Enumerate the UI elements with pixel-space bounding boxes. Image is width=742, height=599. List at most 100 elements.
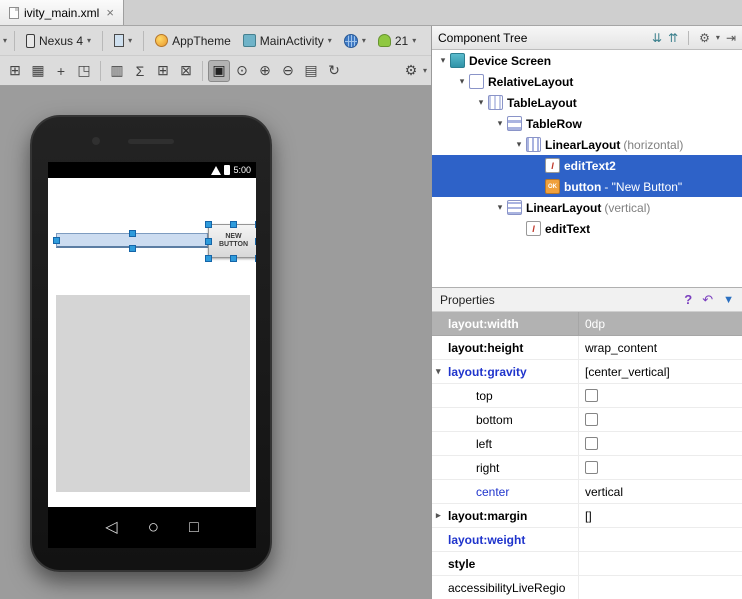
nav-home-icon[interactable]: ○	[148, 518, 159, 537]
property-row-layout-gravity[interactable]: ▾ layout:gravity [center_vertical]	[432, 360, 742, 384]
nav-recents-icon[interactable]: □	[189, 519, 199, 536]
property-row-layout-height[interactable]: layout:height wrap_content	[432, 336, 742, 360]
device-screen-preview[interactable]: 5:00 NEW BUTTON	[48, 162, 256, 507]
filter-properties-icon[interactable]: ▼	[723, 294, 734, 306]
structure-mode-icon[interactable]: ▥	[106, 60, 128, 82]
orientation-selector[interactable]: ▾	[109, 31, 137, 50]
panel-settings-gear-icon[interactable]: ⚙	[699, 32, 710, 44]
layout-preview-area[interactable]: NEW BUTTON	[48, 178, 256, 507]
selection-handle[interactable]	[255, 238, 256, 245]
property-value[interactable]: 0dp	[579, 312, 742, 335]
tree-expand-arrow-icon[interactable]: ▾	[493, 202, 507, 213]
selection-handle[interactable]	[230, 221, 237, 228]
tree-expand-arrow-icon[interactable]: ▾	[436, 55, 450, 66]
property-row-layout-margin[interactable]: ▸ layout:margin[]	[432, 504, 742, 528]
property-row-center[interactable]: center vertical	[432, 480, 742, 504]
tree-node-device-screen[interactable]: ▾ Device Screen	[432, 50, 742, 71]
grid-options-icon[interactable]: ▦	[27, 60, 49, 82]
tab-activity-main-xml[interactable]: ivity_main.xml ×	[0, 0, 124, 25]
property-row-bottom[interactable]: bottom	[432, 408, 742, 432]
property-row-style[interactable]: style	[432, 552, 742, 576]
property-row-right[interactable]: right	[432, 456, 742, 480]
selection-handle[interactable]	[255, 221, 256, 228]
selection-handle[interactable]	[230, 255, 237, 262]
show-grid-icon[interactable]: ⊞	[4, 60, 26, 82]
property-row-top[interactable]: top	[432, 384, 742, 408]
snap-to-grid-icon[interactable]: +	[50, 60, 72, 82]
top-checkbox[interactable]	[585, 389, 598, 402]
zoom-fit-icon[interactable]: ⊙	[231, 60, 253, 82]
zoom-in-icon[interactable]: ⊕	[254, 60, 276, 82]
properties-table: layout:width 0dp layout:height wrap_content…	[432, 312, 742, 599]
export-image-icon[interactable]: ▤	[300, 60, 322, 82]
refresh-icon[interactable]: ↻	[323, 60, 345, 82]
activity-selector[interactable]: MainActivity ▾	[238, 31, 337, 51]
relativelayout-icon	[469, 74, 484, 89]
tree-expand-arrow-icon[interactable]: ▾	[512, 139, 526, 150]
tree-node-edittext2[interactable]: IeditText2	[432, 155, 742, 176]
selection-handle[interactable]	[205, 221, 212, 228]
selection-handle[interactable]	[205, 255, 212, 262]
device-selector[interactable]: Nexus 4 ▾	[21, 31, 96, 51]
table-borders-icon[interactable]: ⊠	[175, 60, 197, 82]
new-button-widget[interactable]: NEW BUTTON	[208, 224, 256, 258]
property-expand-arrow-icon[interactable]: ▾	[436, 366, 441, 377]
left-checkbox[interactable]	[585, 437, 598, 450]
linearlayout-h-icon	[526, 137, 541, 152]
battery-icon	[224, 165, 231, 175]
expand-all-icon[interactable]: ⇊	[652, 32, 662, 44]
selection-handle[interactable]	[53, 237, 60, 244]
tree-node-linearlayout[interactable]: ▾ LinearLayout (horizontal)	[432, 134, 742, 155]
bottom-checkbox[interactable]	[585, 413, 598, 426]
tree-node-relativelayout[interactable]: ▾ RelativeLayout	[432, 71, 742, 92]
settings-gear-icon[interactable]: ⚙	[400, 60, 422, 82]
selection-handle[interactable]	[255, 255, 256, 262]
zoom-out-icon[interactable]: ⊖	[277, 60, 299, 82]
component-tree-header: Component Tree ⇊ ⇈ ⚙ ▾ ⇥	[432, 26, 742, 50]
property-value[interactable]	[579, 384, 742, 407]
tree-node-linearlayout[interactable]: ▾ LinearLayout (vertical)	[432, 197, 742, 218]
theme-selector[interactable]: AppTheme	[150, 31, 236, 51]
tree-node-tablerow[interactable]: ▾ TableRow	[432, 113, 742, 134]
property-value[interactable]	[579, 456, 742, 479]
collapse-all-icon[interactable]: ⇈	[668, 32, 678, 44]
property-row-layout-width[interactable]: layout:width 0dp	[432, 312, 742, 336]
nav-back-icon[interactable]: ◁	[105, 519, 117, 536]
tree-expand-arrow-icon[interactable]: ▾	[455, 76, 469, 87]
help-icon[interactable]: ?	[684, 292, 692, 307]
tree-node-button[interactable]: OK button - "New Button"	[432, 176, 742, 197]
table-columns-icon[interactable]: ⊞	[152, 60, 174, 82]
right-checkbox[interactable]	[585, 461, 598, 474]
property-row-layout-weight[interactable]: layout:weight	[432, 528, 742, 552]
property-value[interactable]	[579, 552, 742, 575]
property-expand-arrow-icon[interactable]: ▸	[436, 510, 441, 521]
selection-handle[interactable]	[129, 245, 136, 252]
selection-handle[interactable]	[129, 230, 136, 237]
property-value[interactable]: []	[579, 504, 742, 527]
reset-property-icon[interactable]: ↶	[702, 292, 713, 308]
property-row-left[interactable]: left	[432, 432, 742, 456]
tree-node-tablelayout[interactable]: ▾ TableLayout	[432, 92, 742, 113]
selection-handle[interactable]	[205, 238, 212, 245]
locale-selector[interactable]: ▾	[339, 31, 371, 51]
tree-expand-arrow-icon[interactable]: ▾	[474, 97, 488, 108]
sum-columns-icon[interactable]: Σ	[129, 60, 151, 82]
pan-tool-icon[interactable]: ▣	[208, 59, 230, 82]
property-value[interactable]	[579, 576, 742, 599]
api-level-selector[interactable]: 21 ▾	[373, 31, 421, 51]
expand-to-fit-icon[interactable]: ◳	[73, 60, 95, 82]
property-value[interactable]	[579, 408, 742, 431]
edittext-widget-vertical[interactable]	[56, 295, 250, 492]
property-value[interactable]: wrap_content	[579, 336, 742, 359]
tree-expand-arrow-icon[interactable]: ▾	[493, 118, 507, 129]
property-value[interactable]: vertical	[579, 480, 742, 503]
design-canvas[interactable]: 5:00 NEW BUTTON ◁ ○ □	[0, 86, 431, 599]
hide-panel-icon[interactable]: ⇥	[726, 32, 736, 44]
tree-node-edittext[interactable]: IeditText	[432, 218, 742, 239]
property-value[interactable]	[579, 528, 742, 551]
tab-close-icon[interactable]: ×	[106, 6, 114, 19]
property-value[interactable]	[579, 432, 742, 455]
property-row-accessibilityliveregio[interactable]: accessibilityLiveRegio	[432, 576, 742, 599]
property-value[interactable]: [center_vertical]	[579, 360, 742, 383]
config-partial-button[interactable]: ▾	[2, 33, 8, 48]
